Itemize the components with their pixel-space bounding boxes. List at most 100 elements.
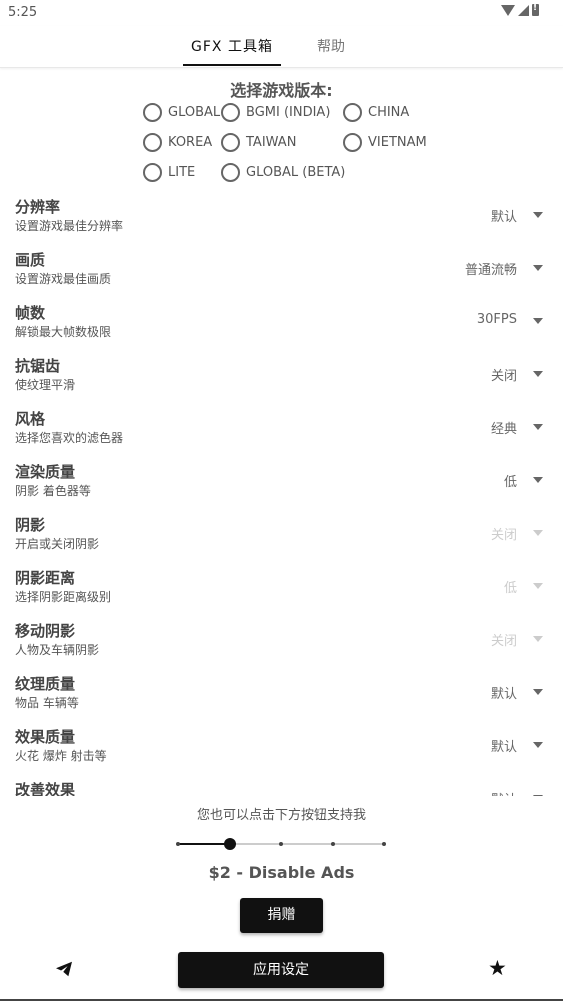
slider-tick[interactable] [330,842,335,846]
tab-gfx-toolbox[interactable]: GFX 工具箱 [183,36,281,56]
star-icon[interactable]: ★ [488,958,507,979]
radio-button-icon[interactable] [143,163,162,182]
setting-title: 风格 [15,410,46,428]
radio-label: GLOBAL (BETA) [246,165,346,180]
setting-shadow: 阴影 开启或关闭阴影 关闭 [0,510,563,563]
radio-button-icon[interactable] [143,133,162,152]
slider-thumb[interactable] [223,838,236,850]
setting-title: 阴影 [15,516,46,534]
radio-taiwan[interactable]: TAIWAN [221,133,296,152]
setting-description: 设置游戏最佳画质 [15,272,112,286]
radio-label: GLOBAL [168,105,221,120]
setting-description: 人物及车辆阴影 [15,643,100,657]
battery-icon [532,3,539,16]
radio-button-icon[interactable] [221,133,240,152]
setting-description: 物品 车辆等 [15,696,79,710]
status-time: 5:25 [8,5,38,20]
slider-tick[interactable] [176,842,180,846]
tab-indicator [183,64,281,66]
setting-description: 解锁最大帧数极限 [15,325,112,339]
setting-title: 抗锯齿 [15,357,61,375]
radio-label: CHINA [368,105,410,120]
setting-dropdown-value: 低 [503,581,517,596]
setting-title: 移动阴影 [15,622,76,640]
setting-dropdown-value[interactable]: 默认 [491,736,517,755]
setting-improve-effects[interactable]: 改善效果 默认 [0,775,563,796]
setting-title: 分辨率 [15,198,61,216]
tab-help[interactable]: 帮助 [317,36,345,56]
telegram-icon[interactable] [55,961,73,977]
status-icons [501,3,539,16]
setting-title: 帧数 [15,304,46,322]
donation-slider[interactable] [176,838,386,850]
radio-button-icon[interactable] [343,133,362,152]
setting-dropdown-value[interactable]: 关闭 [491,365,517,384]
setting-shadow-distance: 阴影距离 选择阴影距离级别 低 [0,563,563,616]
radio-label: BGMI (INDIA) [246,105,331,120]
slider-fill [178,843,230,845]
setting-moving-shadow: 移动阴影 人物及车辆阴影 关闭 [0,616,563,669]
dropdown-arrow-icon [533,583,543,589]
radio-button-icon[interactable] [221,103,240,122]
donate-button[interactable]: 捐赠 [240,898,323,933]
setting-dropdown-value[interactable]: 默认 [491,206,517,225]
setting-dropdown-value[interactable]: 经典 [491,418,517,437]
setting-effect-quality[interactable]: 效果质量 火花 爆炸 射击等 默认 [0,722,563,775]
setting-title: 渲染质量 [15,463,76,481]
price-label: $2 - Disable Ads [208,863,355,882]
setting-description: 选择您喜欢的滤色器 [15,431,124,445]
dropdown-arrow-icon [533,530,543,536]
slider-tick[interactable] [382,842,386,846]
settings-list[interactable]: 分辨率 设置游戏最佳分辨率 默认 画质 设置游戏最佳画质 普通流畅 帧数 解锁最… [0,192,563,796]
dropdown-arrow-icon[interactable] [533,265,543,271]
support-panel: 您也可以点击下方按钮支持我 $2 - Disable Ads 捐赠 应用设定 ★ [0,796,563,1001]
dropdown-arrow-icon[interactable] [533,742,543,748]
radio-global-beta[interactable]: GLOBAL (BETA) [221,163,345,182]
radio-korea[interactable]: KOREA [143,133,212,152]
setting-description: 选择阴影距离级别 [15,590,112,604]
dropdown-arrow-icon[interactable] [533,477,543,483]
radio-button-icon[interactable] [343,103,362,122]
radio-button-icon[interactable] [143,103,162,122]
dropdown-arrow-icon[interactable] [533,318,543,324]
dropdown-arrow-icon [533,636,543,642]
setting-description: 火花 爆炸 射击等 [15,749,107,763]
radio-label: KOREA [168,135,213,150]
setting-dropdown-value[interactable]: 默认 [491,789,517,796]
setting-title: 画质 [15,251,46,269]
dropdown-arrow-icon[interactable] [533,424,543,430]
apply-settings-button[interactable]: 应用设定 [178,952,384,988]
setting-title: 纹理质量 [15,675,76,693]
radio-label: VIETNAM [368,135,427,150]
dropdown-arrow-icon[interactable] [533,371,543,377]
radio-bgmi-india[interactable]: BGMI (INDIA) [221,103,330,122]
setting-dropdown-value: 关闭 [490,528,517,543]
signal-icon [518,4,529,16]
radio-global[interactable]: GLOBAL [143,103,220,122]
slider-tick[interactable] [279,842,283,846]
setting-dropdown-value[interactable]: 30FPS [477,312,517,327]
setting-dropdown-value[interactable]: 低 [504,471,517,490]
radio-label: LITE [168,165,196,180]
setting-dropdown-value[interactable]: 普通流畅 [465,259,517,278]
status-bar: 5:25 [0,0,563,26]
radio-lite[interactable]: LITE [143,163,195,182]
tab-bar: GFX 工具箱 帮助 [0,26,563,68]
setting-resolution[interactable]: 分辨率 设置游戏最佳分辨率 默认 [0,192,563,245]
dropdown-arrow-icon[interactable] [533,212,543,218]
setting-description: 阴影 着色器等 [15,484,91,498]
dropdown-arrow-icon[interactable] [533,689,543,695]
setting-anti-aliasing[interactable]: 抗锯齿 使纹理平滑 关闭 [0,351,563,404]
setting-graphics[interactable]: 画质 设置游戏最佳画质 普通流畅 [0,245,563,298]
setting-style[interactable]: 风格 选择您喜欢的滤色器 经典 [0,404,563,457]
radio-china[interactable]: CHINA [343,103,409,122]
version-section-title: 选择游戏版本: [230,81,333,100]
setting-dropdown-value[interactable]: 默认 [491,683,517,702]
radio-button-icon[interactable] [221,163,240,182]
setting-title: 效果质量 [15,728,76,746]
setting-texture-quality[interactable]: 纹理质量 物品 车辆等 默认 [0,669,563,722]
setting-render-quality[interactable]: 渲染质量 阴影 着色器等 低 [0,457,563,510]
radio-label: TAIWAN [246,135,297,150]
setting-fps[interactable]: 帧数 解锁最大帧数极限 30FPS [0,298,563,351]
radio-vietnam[interactable]: VIETNAM [343,133,427,152]
